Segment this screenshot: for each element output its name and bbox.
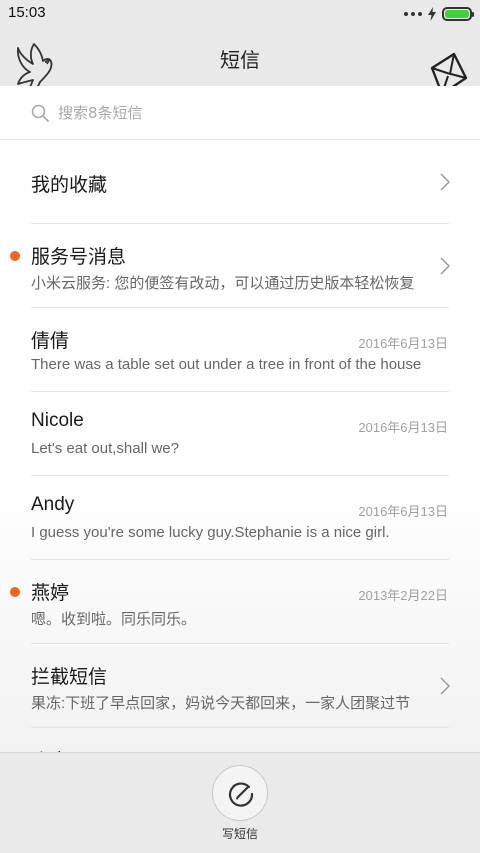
bottom-bar: 写短信	[0, 752, 480, 853]
list-item-title: Andy	[31, 494, 75, 515]
charging-bolt-icon	[428, 7, 436, 21]
list-item-favorites[interactable]: 我的收藏	[0, 140, 480, 224]
list-item-date: 2016年6月13日	[358, 504, 448, 519]
conversation-list: 我的收藏 服务号消息 小米云服务: 您的便签有改动，可以通过历史版本轻松恢复 倩…	[0, 140, 480, 752]
list-item-date: 2013年2月22日	[358, 588, 448, 603]
app-header: 短信	[0, 28, 480, 103]
unread-dot	[10, 587, 20, 597]
status-time: 15:03	[8, 4, 46, 21]
list-item-conversation[interactable]: Andy 2016年6月13日 I guess you're some luck…	[0, 476, 480, 560]
chevron-right-icon	[440, 677, 450, 695]
page-title: 短信	[220, 48, 260, 72]
list-item-preview: 嗯。收到啦。同乐同乐。	[31, 611, 197, 628]
signal-dots-icon	[404, 12, 422, 16]
compose-label: 写短信	[221, 827, 258, 841]
unread-dot	[10, 251, 20, 261]
list-item-preview: 果冻:下班了早点回家，妈说今天都回来，一家人团聚过节	[31, 695, 411, 712]
status-indicators	[404, 6, 474, 22]
list-item-accounts[interactable]: 账户	[0, 728, 480, 752]
list-item-conversation[interactable]: 倩倩 2016年6月13日 There was a table set out …	[0, 308, 480, 392]
list-item-conversation[interactable]: 燕婷 2013年2月22日 嗯。收到啦。同乐同乐。	[0, 560, 480, 644]
battery-icon	[442, 7, 474, 21]
list-item-title: 服务号消息	[31, 247, 127, 268]
list-item-title: 拦截短信	[31, 667, 108, 688]
list-item-title: 我的收藏	[31, 175, 108, 196]
list-item-conversation[interactable]: Nicole 2016年6月13日 Let's eat out,shall we…	[0, 392, 480, 476]
list-item-service-messages[interactable]: 服务号消息 小米云服务: 您的便签有改动，可以通过历史版本轻松恢复	[0, 224, 480, 308]
list-item-date: 2016年6月13日	[358, 420, 448, 435]
list-item-preview: I guess you're some lucky guy.Stephanie …	[31, 524, 390, 541]
list-item-title: 燕婷	[31, 583, 70, 604]
status-bar: 15:03	[0, 0, 480, 28]
list-item-title: 倩倩	[31, 331, 70, 352]
chevron-right-icon	[440, 257, 450, 275]
list-item-title: Nicole	[31, 410, 84, 431]
list-item-date: 2016年6月13日	[358, 336, 448, 351]
list-item-preview: Let's eat out,shall we?	[31, 440, 179, 457]
compose-button[interactable]	[212, 765, 268, 821]
list-item-blocked-messages[interactable]: 拦截短信 果冻:下班了早点回家，妈说今天都回来，一家人团聚过节	[0, 644, 480, 728]
search-bar	[0, 86, 480, 140]
list-item-preview: 小米云服务: 您的便签有改动，可以通过历史版本轻松恢复	[31, 275, 415, 292]
search-icon	[31, 104, 49, 122]
chevron-right-icon	[440, 173, 450, 191]
search-input[interactable]	[58, 100, 438, 126]
list-item-preview: There was a table set out under a tree i…	[31, 356, 422, 373]
compose-icon	[228, 782, 254, 807]
